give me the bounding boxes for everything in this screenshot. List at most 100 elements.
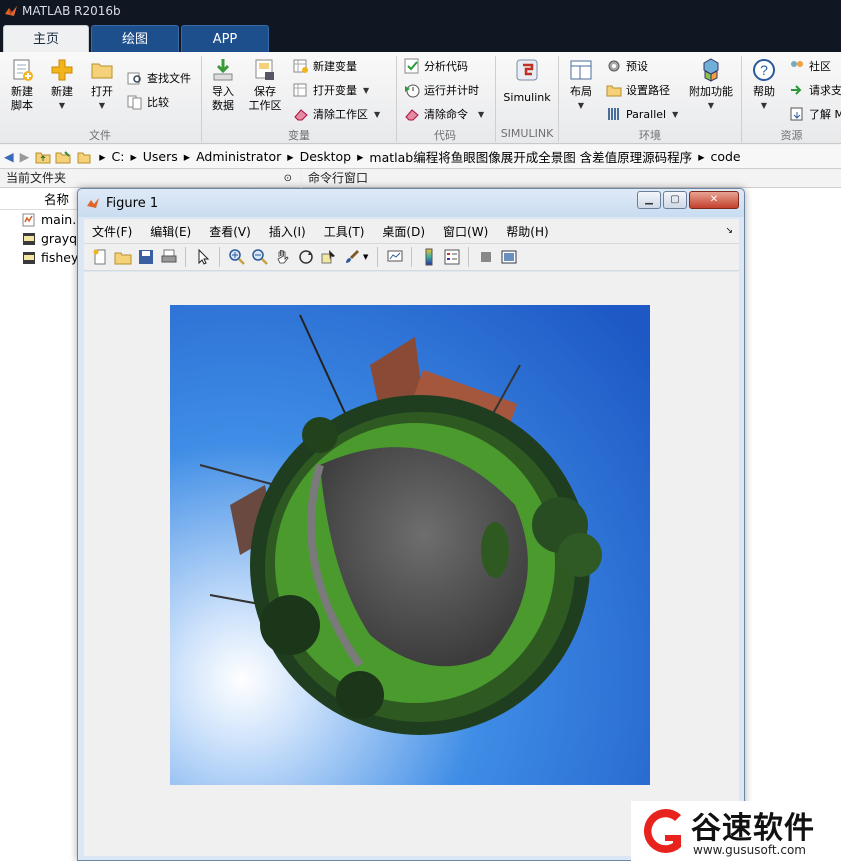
zoom-in-icon[interactable] [228,248,246,266]
new-button[interactable]: 新建 ▼ [44,57,80,113]
breadcrumb-project-folder[interactable]: matlab编程将鱼眼图像展开成全景图 含差值原理源码程序 [369,147,692,166]
chevron-down-icon: ▼ [363,85,370,95]
dock-arrow-icon[interactable]: ↘ [725,226,733,236]
menu-edit[interactable]: 编辑(E) [150,223,191,240]
new-variable-button[interactable]: 新建变量 [293,56,357,76]
import-data-icon [213,59,233,81]
layout-button[interactable]: 布局 ▼ [564,57,598,113]
fisheye-image [170,305,650,785]
chevron-down-icon[interactable]: ▼ [363,253,368,261]
eraser-icon [405,109,419,121]
link-plot-icon[interactable] [386,248,404,266]
figure-menubar: 文件(F) 编辑(E) 查看(V) 插入(I) 工具(T) 桌面(D) 窗口(W… [84,219,739,243]
breadcrumb-sep-icon: ▸ [183,149,191,164]
plus-icon [51,59,73,81]
menu-insert[interactable]: 插入(I) [269,223,306,240]
brush-icon[interactable] [343,248,361,266]
help-button[interactable]: ? 帮助 ▼ [747,57,781,113]
jpg-file-icon [23,232,35,245]
new-figure-icon[interactable] [91,248,109,266]
save-icon[interactable] [137,248,155,266]
rotate-3d-icon[interactable] [297,248,315,266]
parallel-button[interactable]: Parallel ▼ [606,104,678,124]
watermark-url: www.gususoft.com [693,843,806,857]
preferences-button[interactable]: 预设 [606,56,648,76]
find-files-icon [127,72,141,85]
print-icon[interactable] [160,248,178,266]
breadcrumb-administrator[interactable]: Administrator [196,149,281,164]
open-button[interactable]: 打开 ▼ [84,57,120,113]
pan-hand-icon[interactable] [274,248,292,266]
tab-home[interactable]: 主页 [3,25,89,52]
save-workspace-button[interactable]: 保存 工作区 [245,57,285,113]
up-folder-icon[interactable] [35,150,51,164]
find-files-button[interactable]: 查找文件 [127,68,191,88]
help-icon: ? [753,59,775,81]
simulink-icon [516,59,538,81]
browse-folder-icon[interactable] [55,150,71,164]
figure-titlebar[interactable]: Figure 1 ▁ ▢ ✕ [78,189,744,217]
minimize-button[interactable]: ▁ [637,191,661,209]
forward-arrow-icon[interactable]: ▶ [20,149,30,164]
breadcrumb-desktop[interactable]: Desktop [300,149,352,164]
hide-plot-tools-icon[interactable] [477,248,495,266]
figure-canvas[interactable] [84,272,739,856]
open-variable-button[interactable]: 打开变量 ▼ [293,80,369,100]
show-plot-tools-icon[interactable] [500,248,518,266]
new-variable-icon [293,59,308,73]
clear-workspace-button[interactable]: 清除工作区 ▼ [293,104,380,124]
addons-button[interactable]: 附加功能 ▼ [686,57,736,113]
breadcrumb-sep-icon: ▸ [130,149,137,164]
menu-tools[interactable]: 工具(T) [324,223,365,240]
set-path-button[interactable]: 设置路径 [606,80,670,100]
svg-text:?: ? [760,62,768,78]
breadcrumb-sep-icon: ▸ [287,149,294,164]
figure-title: Figure 1 [106,195,159,211]
menu-desktop[interactable]: 桌面(D) [382,223,425,240]
chevron-down-icon[interactable]: ⊙ [284,170,292,187]
breadcrumb-users[interactable]: Users [143,149,178,164]
breadcrumb-sep-icon: ▸ [698,149,705,164]
import-data-button[interactable]: 导入 数据 [206,57,240,113]
app-titlebar: MATLAB R2016b [0,0,841,22]
request-support-button[interactable]: 请求支 [789,80,841,100]
colorbar-icon[interactable] [420,248,438,266]
chevron-down-icon: ▼ [760,101,768,110]
clear-commands-button[interactable]: 清除命令 ▼ [404,104,484,124]
toolbar-divider [468,247,470,267]
data-cursor-icon[interactable] [320,248,338,266]
menu-view[interactable]: 查看(V) [209,223,251,240]
tab-apps[interactable]: APP [181,25,269,52]
new-script-icon [13,59,33,81]
figure-window: Figure 1 ▁ ▢ ✕ 文件(F) 编辑(E) 查看(V) 插入(I) 工… [77,188,745,861]
zoom-out-icon[interactable] [251,248,269,266]
tab-plots[interactable]: 绘图 [91,25,179,52]
menu-file[interactable]: 文件(F) [92,223,132,240]
legend-icon[interactable] [443,248,461,266]
breadcrumb-code[interactable]: code [710,149,740,164]
group-divider [201,56,202,142]
simulink-button[interactable]: Simulink [502,57,552,105]
back-arrow-icon[interactable]: ◀ [4,149,14,164]
breadcrumb-drive[interactable]: C: [112,149,125,164]
group-label-simulink: SIMULINK [500,127,554,140]
analyze-code-button[interactable]: 分析代码 [404,56,468,76]
close-button[interactable]: ✕ [689,191,739,209]
pointer-icon[interactable] [194,248,212,266]
new-script-button[interactable]: 新建 脚本 [4,57,40,113]
run-and-time-button[interactable]: 运行并计时 [404,80,479,100]
toolbar-divider [219,247,220,267]
open-file-icon[interactable] [114,248,132,266]
group-label-variable: 变量 [288,129,310,142]
menu-help[interactable]: 帮助(H) [506,223,548,240]
gear-icon [608,60,620,72]
menu-window[interactable]: 窗口(W) [443,223,488,240]
m-file-icon [22,213,35,226]
toolbar-divider [185,247,186,267]
toolbar-divider [411,247,413,267]
community-button[interactable]: 社区 [789,56,831,76]
support-icon [791,85,802,95]
maximize-button[interactable]: ▢ [663,191,687,209]
learn-matlab-button[interactable]: 了解 M [789,104,841,124]
compare-button[interactable]: 比较 [127,92,169,112]
